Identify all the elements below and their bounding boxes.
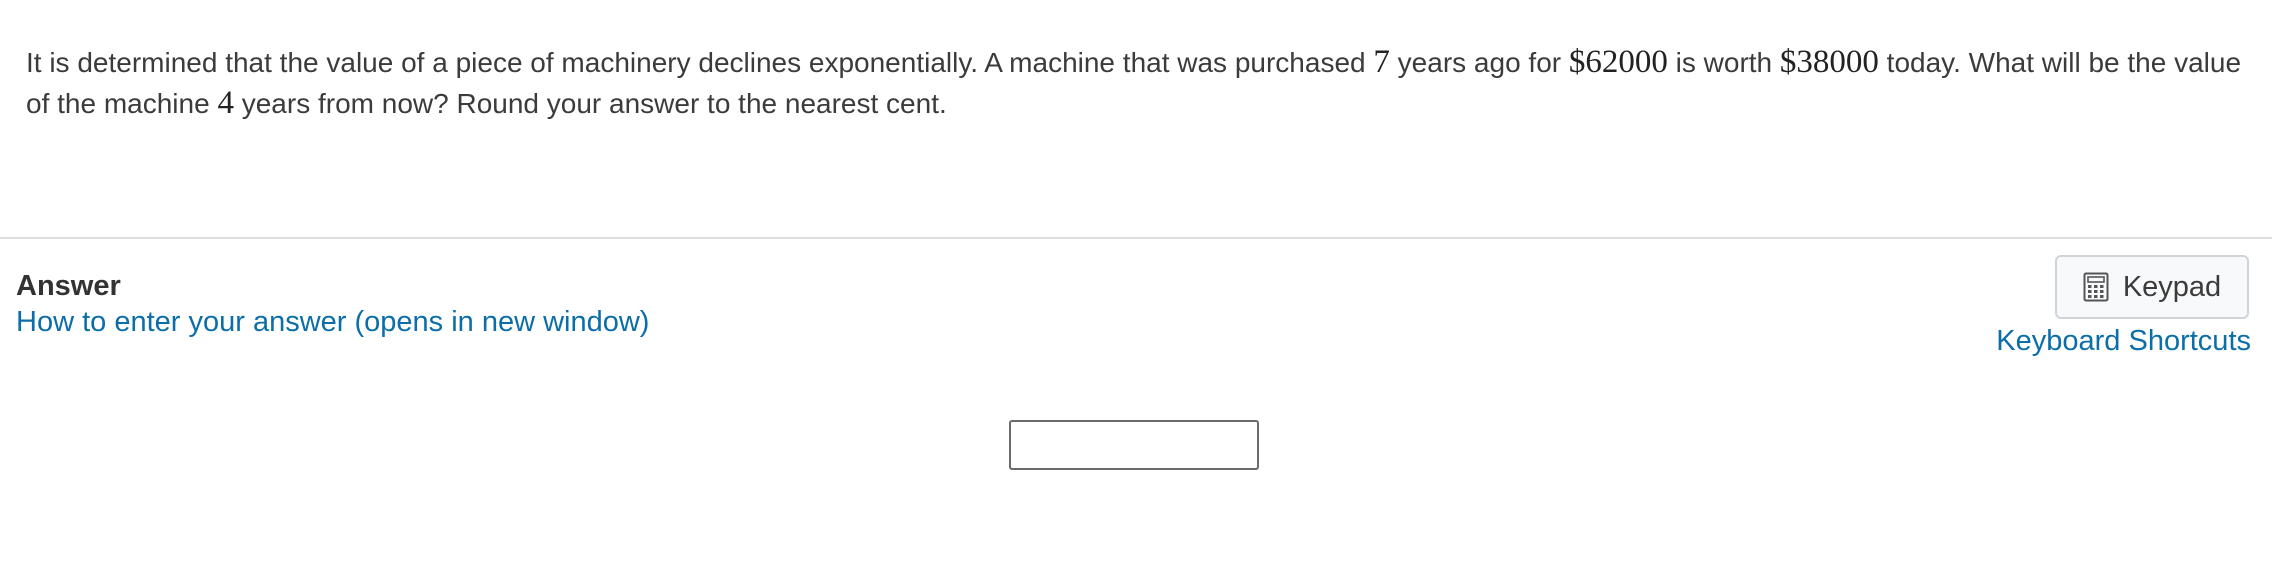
answer-heading: Answer: [16, 270, 121, 302]
calculator-icon: [2083, 272, 2109, 302]
question-text-part: years from now? Round your answer to the…: [233, 88, 947, 119]
question-text-part: is worth: [1667, 47, 1780, 78]
math-years-ago: 7: [1373, 44, 1390, 80]
answer-input[interactable]: [1009, 420, 1259, 470]
keyboard-shortcuts-link[interactable]: Keyboard Shortcuts: [1996, 325, 2251, 358]
question-text: It is determined that the value of a pie…: [26, 42, 2246, 124]
math-years-from-now: 4: [217, 85, 234, 121]
question-text-part: years ago for: [1389, 47, 1569, 78]
question-text-part: It is determined that the value of a pie…: [26, 47, 1374, 78]
section-divider: [0, 237, 2272, 239]
math-current-value: $38000: [1779, 44, 1879, 80]
keypad-button-label: Keypad: [2122, 270, 2222, 303]
math-purchase-price: $62000: [1568, 44, 1668, 80]
answer-help-link[interactable]: How to enter your answer (opens in new w…: [16, 306, 649, 339]
keypad-button[interactable]: Keypad: [2055, 255, 2249, 319]
